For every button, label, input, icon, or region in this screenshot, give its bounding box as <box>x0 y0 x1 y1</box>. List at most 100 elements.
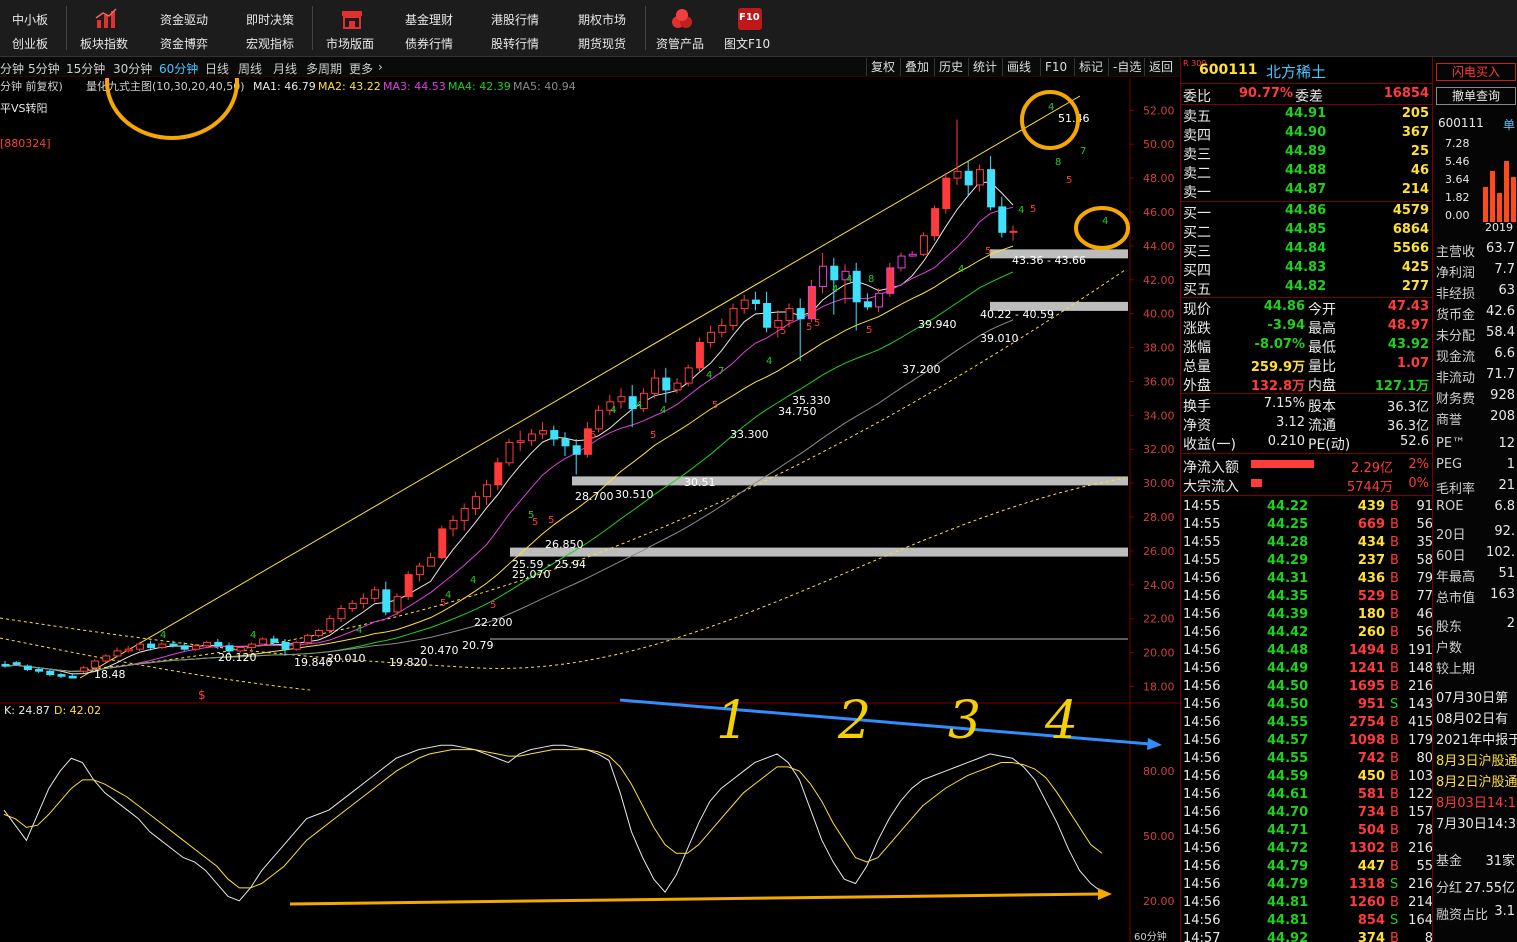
toolbar-item-bottom[interactable]: 板块指数 <box>80 35 128 52</box>
chart-action-button[interactable]: 返回 <box>1144 58 1177 76</box>
kline-chart-area[interactable]: 分钟 前复权) 量化九式主图(10,30,20,40,50) MA1: 46.79 M… <box>0 78 1180 942</box>
toolbar-item-bottom[interactable]: 期货现货 <box>578 35 626 52</box>
kline-chart-svg[interactable]: 分钟 前复权) 量化九式主图(10,30,20,40,50) MA1: 46.79 M… <box>0 78 1180 942</box>
asks-row[interactable]: 卖一 44.87 214 <box>1181 181 1433 201</box>
bids-row[interactable]: 买二 44.85 6864 <box>1181 221 1433 241</box>
toolbar-item-bottom[interactable]: 创业板 <box>12 35 48 52</box>
asks-row[interactable]: 卖三 44.89 25 <box>1181 143 1433 163</box>
tick-count: 122 <box>1408 787 1433 802</box>
toolbar-item-bottom[interactable]: 资金博弈 <box>160 35 208 52</box>
tick-time: 14:56 <box>1183 679 1221 694</box>
toolbar-item-bottom[interactable]: 市场版面 <box>326 35 374 52</box>
toolbar-item-top[interactable]: 港股行情 <box>491 11 539 28</box>
wave-count-digit: 4 <box>706 370 712 381</box>
asks-row[interactable]: 卖五 44.91 205 <box>1181 105 1433 125</box>
news-item[interactable]: 2021年中报于 <box>1436 729 1517 748</box>
chart-action-button[interactable]: -自选 <box>1108 58 1145 76</box>
fund-value: 21 <box>1498 478 1515 493</box>
chart-action-button[interactable]: 复权 <box>866 58 899 76</box>
toolbar-item-bottom[interactable]: 图文F10 <box>724 35 770 52</box>
stat-row: 现价 44.86 今开 47.43 <box>1181 298 1433 318</box>
toolbar-item-bottom[interactable]: 资管产品 <box>656 35 704 52</box>
fund-label: 融资占比 <box>1436 908 1489 923</box>
wave-count-digit: 5 <box>440 598 446 609</box>
tick-price: 44.55 <box>1267 715 1309 730</box>
toolbar-item-top[interactable]: 中小板 <box>12 11 48 28</box>
tick-time: 14:56 <box>1183 661 1221 676</box>
coins-icon[interactable] <box>670 8 694 30</box>
chart-action-button[interactable]: 统计 <box>968 58 1001 76</box>
toolbar-item-top[interactable]: 基金理财 <box>405 11 453 28</box>
flash-buy-button[interactable]: 闪电买入 <box>1436 63 1516 81</box>
news-item[interactable]: 8月03日14:10 <box>1436 792 1517 811</box>
side-mode[interactable]: 单 <box>1503 116 1515 133</box>
chart-action-button[interactable]: 标记 <box>1074 58 1107 76</box>
candle-body <box>35 669 44 672</box>
period-tab[interactable]: 15分钟 <box>66 60 105 77</box>
f10-icon[interactable]: F10 <box>738 8 762 30</box>
tick-count: 143 <box>1408 697 1433 712</box>
toolbar-item-bottom[interactable]: 宏观指标 <box>246 35 294 52</box>
candle-body <box>1009 230 1018 233</box>
tick-row: 14:55 44.22 439 B 91 <box>1181 498 1433 516</box>
bids-row[interactable]: 买五 44.82 277 <box>1181 278 1433 298</box>
news-item[interactable]: 8月3日沪股通 <box>1436 750 1517 769</box>
toolbar-item-top[interactable]: 期权市场 <box>578 11 626 28</box>
chart-action-button[interactable]: F10 <box>1040 58 1071 76</box>
asks-volume: 367 <box>1401 125 1429 140</box>
news-item[interactable]: 07月30日第 <box>1436 687 1508 706</box>
candle-body <box>23 665 32 670</box>
candle-body <box>483 484 492 498</box>
period-tab[interactable]: 更多 <box>349 60 373 77</box>
chart-action-button[interactable]: 叠加 <box>900 58 933 76</box>
more-chevron-icon[interactable]: › <box>378 60 383 74</box>
period-tab[interactable]: 5分钟 <box>28 60 60 77</box>
toolbar-item-top[interactable]: 即时决策 <box>246 11 294 28</box>
news-item[interactable]: 08月02日有 <box>1436 708 1508 727</box>
asks-row[interactable]: 卖四 44.90 367 <box>1181 124 1433 144</box>
tick-time: 14:56 <box>1183 643 1221 658</box>
cancel-query-button[interactable]: 撤单查询 <box>1436 87 1516 105</box>
candle-body <box>147 643 156 648</box>
period-tab[interactable]: 多周期 <box>306 60 342 77</box>
tick-time: 14:56 <box>1183 769 1221 784</box>
bids-row[interactable]: 买四 44.83 425 <box>1181 259 1433 279</box>
chart-action-button[interactable]: 画线 <box>1002 58 1035 76</box>
period-tab[interactable]: 60分钟 <box>159 60 198 77</box>
wave-count-digit: 4 <box>660 405 666 416</box>
candle-body <box>382 589 391 613</box>
asks-row[interactable]: 卖二 44.88 46 <box>1181 162 1433 182</box>
candle-body <box>695 341 704 369</box>
period-tab[interactable]: 日线 <box>205 60 229 77</box>
period-tab[interactable]: 30分钟 <box>113 60 152 77</box>
chart-action-button[interactable]: 历史 <box>934 58 967 76</box>
period-tab[interactable]: 分钟 <box>0 60 24 77</box>
asks-label: 卖一 <box>1183 185 1211 201</box>
bar-chart-icon[interactable] <box>94 8 118 30</box>
bids-row[interactable]: 买一 44.86 4579 <box>1181 202 1433 222</box>
toolbar-item-bottom[interactable]: 债券行情 <box>405 35 453 52</box>
tick-row: 14:55 44.29 237 B 58 <box>1181 552 1433 570</box>
bids-row[interactable]: 买三 44.84 5566 <box>1181 240 1433 260</box>
tick-row: 14:56 44.39 180 B 46 <box>1181 606 1433 624</box>
tick-count: 415 <box>1408 715 1433 730</box>
period-tab[interactable]: 周线 <box>238 60 262 77</box>
wave-count-digit: 4 <box>636 400 642 411</box>
price-annotation: 39.940 <box>918 318 957 331</box>
candle-body <box>595 409 604 430</box>
tick-price: 44.50 <box>1267 679 1309 694</box>
store-icon[interactable] <box>340 8 364 30</box>
flow-bar <box>1251 460 1314 468</box>
news-item[interactable]: 8月2日沪股通 <box>1436 771 1517 790</box>
tick-volume: 581 <box>1357 787 1385 802</box>
price-tick-label: 18.00 <box>1143 680 1175 693</box>
period-tab[interactable]: 月线 <box>273 60 297 77</box>
fund-label: 非经损 <box>1436 287 1476 302</box>
fund-label: 货币金 <box>1436 308 1476 323</box>
price-annotation: 20.120 <box>218 651 257 664</box>
toolbar-item-top[interactable]: 资金驱动 <box>160 11 208 28</box>
candle-body <box>539 430 548 435</box>
toolbar-item-bottom[interactable]: 股转行情 <box>491 35 539 52</box>
tick-price: 44.55 <box>1267 751 1309 766</box>
news-item[interactable]: 7月30日14:30 <box>1436 813 1517 832</box>
